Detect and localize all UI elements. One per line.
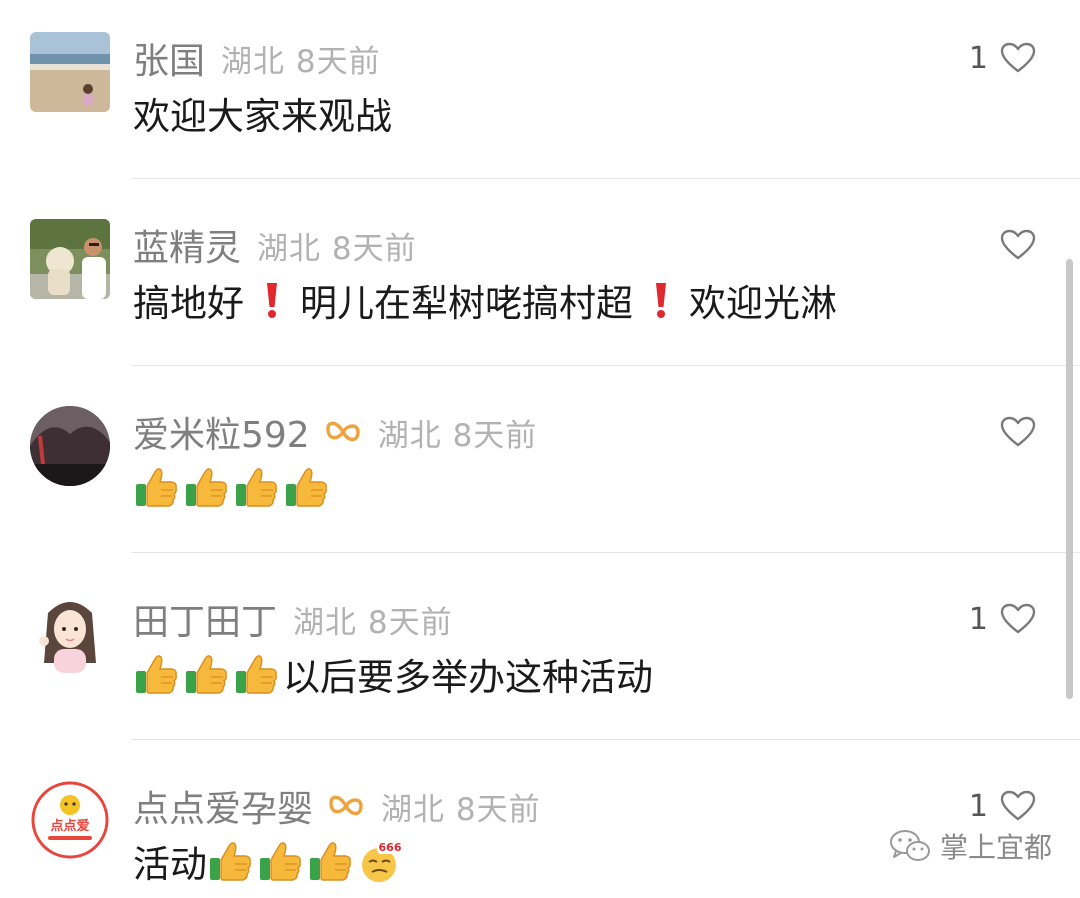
emoji-row xyxy=(207,838,357,885)
like-count: 1 xyxy=(968,601,988,637)
emoji-row xyxy=(133,651,283,698)
heart-outline-icon[interactable] xyxy=(1000,790,1036,822)
emoji-666-label: 666 xyxy=(379,841,402,854)
thumbs-up-emoji xyxy=(236,468,277,507)
user-nickname[interactable]: 张国 xyxy=(133,32,205,84)
like-button[interactable]: 1 xyxy=(969,784,1036,828)
comment-meta: 湖北 8天前 xyxy=(381,791,541,828)
thumbs-up-emoji xyxy=(186,655,227,694)
like-count: 1 xyxy=(968,788,988,824)
avatar[interactable]: 点点爱 xyxy=(30,780,110,860)
infinity-badge-icon xyxy=(329,795,363,816)
user-nickname[interactable]: 蓝精灵 xyxy=(133,219,241,271)
infinity-badge-icon xyxy=(326,421,360,442)
thumbs-up-emoji xyxy=(136,468,177,507)
thumbs-up-emoji xyxy=(210,842,251,881)
like-button[interactable] xyxy=(988,223,1036,267)
watermark: 掌上宜都 xyxy=(888,826,1052,866)
comment-text-part: 以后要多举办这种活动 xyxy=(283,656,653,699)
thumbs-up-emoji xyxy=(136,655,177,694)
comment-text-part: 明儿在犁树咾搞村超 xyxy=(300,282,633,325)
avatar[interactable] xyxy=(30,219,110,299)
heart-outline-icon[interactable] xyxy=(1000,229,1036,261)
red-exclamation-emoji xyxy=(267,283,277,318)
like-count: 1 xyxy=(968,40,988,76)
like-button[interactable]: 1 xyxy=(969,597,1036,641)
comment-text: 欢迎大家来观战 xyxy=(133,88,392,138)
avatar[interactable] xyxy=(30,593,110,673)
comment-meta: 湖北 8天前 xyxy=(221,43,381,80)
comment-text: 活动 666 xyxy=(133,836,407,886)
comment-text-part: 活动 xyxy=(133,843,207,886)
thumbs-up-emoji xyxy=(186,468,227,507)
divider xyxy=(131,365,1080,366)
comment-text: 以后要多举办这种活动 xyxy=(133,649,653,699)
avatar[interactable] xyxy=(30,32,110,112)
thumbs-up-emoji xyxy=(286,468,327,507)
comment-text-part: 搞地好 xyxy=(133,282,244,325)
heart-outline-icon[interactable] xyxy=(1000,416,1036,448)
comment-text xyxy=(133,462,333,512)
like-button[interactable]: 1 xyxy=(969,36,1036,80)
thumbs-up-emoji xyxy=(236,655,277,694)
divider xyxy=(131,178,1080,179)
scrollbar[interactable] xyxy=(1066,259,1073,699)
heart-outline-icon[interactable] xyxy=(1000,42,1036,74)
comment-meta: 湖北 8天前 xyxy=(377,417,538,454)
avatar[interactable] xyxy=(30,406,110,486)
user-nickname[interactable]: 爱米粒592 xyxy=(133,406,310,458)
divider xyxy=(131,552,1080,553)
like-button[interactable] xyxy=(988,410,1036,454)
user-nickname[interactable]: 田丁田丁 xyxy=(133,593,277,645)
comment-text-part: 欢迎大家来观战 xyxy=(133,95,392,138)
logo-text: 点点爱 xyxy=(50,818,89,834)
comment-text: 搞地好 明儿在犁树咾搞村超 欢迎光淋 xyxy=(133,275,837,325)
user-nickname[interactable]: 点点爱孕婴 xyxy=(133,780,313,832)
comment-meta: 湖北 8天前 xyxy=(293,604,453,641)
watermark-label: 掌上宜都 xyxy=(940,831,1053,864)
thumbs-up-emoji xyxy=(260,842,301,881)
emoji-row xyxy=(133,464,333,511)
comment-list-page: 张国 湖北 8天前 欢迎大家来观战 1 蓝精灵 湖北 8天前 搞地好 明儿在犁树… xyxy=(0,0,1080,898)
comment-meta: 湖北 8天前 xyxy=(257,230,417,267)
thumbs-up-emoji xyxy=(310,842,351,881)
comment-text-part: 欢迎光淋 xyxy=(689,282,837,325)
wechat-icon xyxy=(890,830,930,861)
heart-outline-icon[interactable] xyxy=(1000,603,1036,635)
666-emoji: 666 xyxy=(362,840,403,882)
divider xyxy=(131,739,1080,740)
red-exclamation-emoji xyxy=(656,283,666,318)
